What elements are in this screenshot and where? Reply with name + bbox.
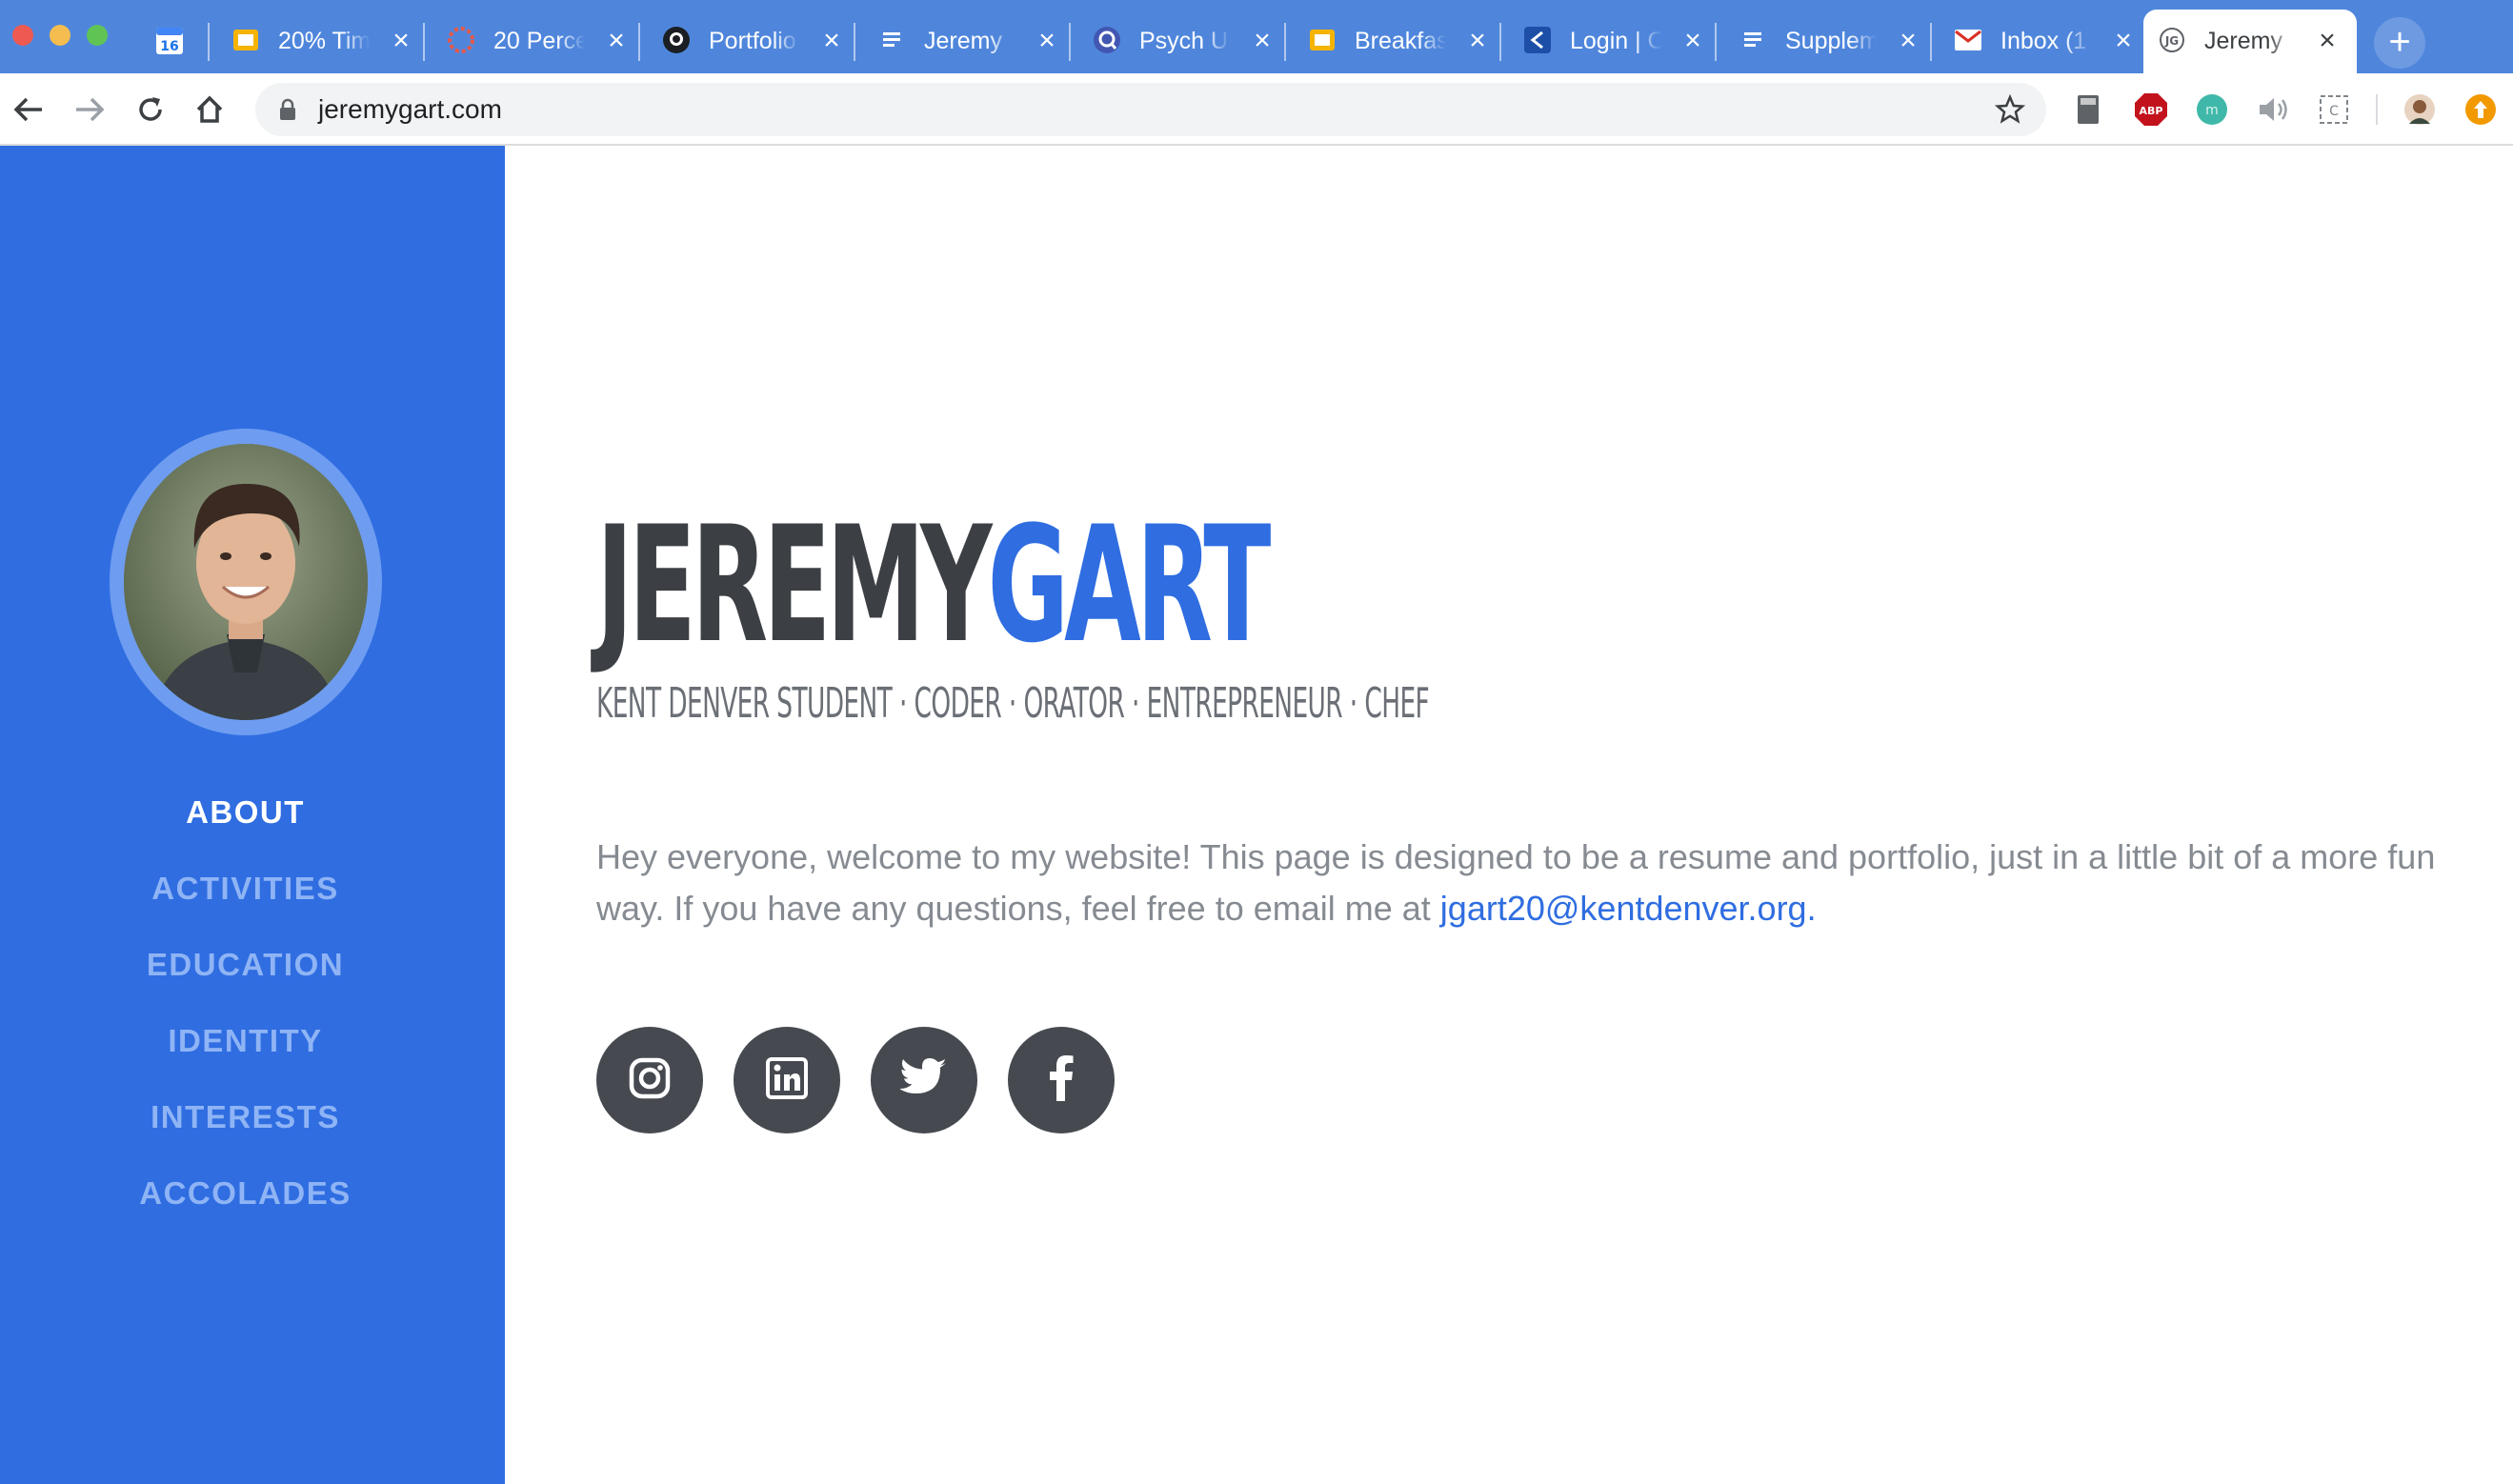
lock-icon	[278, 98, 297, 126]
close-icon[interactable]: ×	[387, 27, 415, 55]
home-icon[interactable]	[191, 90, 229, 129]
svg-text:m: m	[2205, 103, 2219, 118]
tab-title: Jeremy	[924, 28, 1002, 54]
instagram-button[interactable]	[596, 1027, 703, 1133]
address-bar[interactable]: jeremygart.com	[255, 83, 2046, 136]
social-links	[596, 1027, 1115, 1133]
email-link[interactable]: jgart20@kentdenver.org	[1440, 889, 1807, 928]
tab-jeremy-gart-active[interactable]: JG Jeremy ×	[2143, 10, 2357, 73]
nav-about[interactable]: ABOUT	[0, 774, 491, 851]
close-icon[interactable]: ×	[817, 27, 846, 55]
close-icon[interactable]: ×	[1679, 27, 1707, 55]
browser-tab-bar: 16 20% Tim × 20 Perce × Portfolio × Jere…	[0, 0, 2513, 73]
svg-text:JG: JG	[2164, 34, 2179, 48]
tab-title: Inbox (1	[2000, 28, 2087, 54]
facebook-icon	[1049, 1054, 1074, 1106]
tab-title: Jeremy	[2204, 28, 2282, 54]
main-content: JEREMYGART KENT DENVER STUDENT · CODER ·…	[505, 146, 2513, 1484]
site-icon: JG	[2157, 25, 2187, 55]
tab-title: Breakfas	[1355, 28, 1446, 54]
slides-icon	[1307, 25, 1337, 55]
forward-icon[interactable]	[70, 90, 109, 129]
close-icon[interactable]: ×	[2313, 27, 2342, 55]
close-icon[interactable]: ×	[2109, 27, 2138, 55]
close-icon[interactable]: ×	[1248, 27, 1277, 55]
tab-calendar[interactable]: 16	[143, 10, 210, 73]
svg-text:C: C	[2329, 104, 2339, 119]
close-icon[interactable]: ×	[1894, 27, 1922, 55]
site-sidebar: ABOUT ACTIVITIES EDUCATION IDENTITY INTE…	[0, 146, 505, 1484]
speaker-extension-icon[interactable]	[2256, 92, 2290, 127]
bookmark-star-icon[interactable]	[1994, 93, 2026, 130]
toolbar-divider	[2376, 94, 2378, 125]
facebook-button[interactable]	[1008, 1027, 1115, 1133]
last-name: GART	[987, 491, 1272, 678]
back-icon[interactable]	[10, 90, 48, 129]
instagram-icon	[628, 1056, 672, 1105]
tab-title: Portfolio	[709, 28, 796, 54]
tab-title: Supplem	[1785, 28, 1877, 54]
nav-education[interactable]: EDUCATION	[0, 927, 491, 1003]
tab-title: Login | C	[1570, 28, 1661, 54]
wheel-icon	[446, 25, 476, 55]
docs-icon	[1738, 25, 1768, 55]
first-name: JEREMY	[596, 491, 993, 678]
nav-interests[interactable]: INTERESTS	[0, 1079, 491, 1155]
update-available-icon[interactable]	[2463, 92, 2498, 127]
nav-activities[interactable]: ACTIVITIES	[0, 851, 491, 927]
nav-identity[interactable]: IDENTITY	[0, 1003, 491, 1079]
tab-title: 20 Perce	[493, 28, 585, 54]
window-minimize-button[interactable]	[50, 25, 70, 46]
svg-text:ABP: ABP	[2140, 105, 2163, 117]
tab-title: 20% Tim	[278, 28, 370, 54]
tab-title: Psych Ur	[1139, 28, 1231, 54]
calculator-extension-icon[interactable]	[2071, 92, 2105, 127]
login-icon	[1522, 25, 1553, 55]
browser-toolbar: jeremygart.com ABP m C	[0, 73, 2513, 146]
adblock-extension-icon[interactable]: ABP	[2134, 92, 2168, 127]
calendar-icon: 16	[154, 25, 185, 55]
reload-icon[interactable]	[131, 90, 170, 129]
nav-accolades[interactable]: ACCOLADES	[0, 1155, 491, 1232]
calendar-day: 16	[160, 39, 178, 54]
docs-icon	[876, 25, 907, 55]
page-subheading: KENT DENVER STUDENT · CODER · ORATOR · E…	[596, 679, 1430, 728]
twitter-button[interactable]	[871, 1027, 977, 1133]
intro-suffix: .	[1806, 889, 1817, 928]
new-tab-button[interactable]: +	[2374, 17, 2425, 69]
intro-paragraph: Hey everyone, welcome to my website! Thi…	[596, 832, 2463, 934]
mercury-extension-icon[interactable]: m	[2195, 92, 2229, 127]
close-icon[interactable]: ×	[602, 27, 631, 55]
linkedin-button[interactable]	[734, 1027, 840, 1133]
close-icon[interactable]: ×	[1463, 27, 1492, 55]
window-zoom-button[interactable]	[87, 25, 108, 46]
site-nav-menu: ABOUT ACTIVITIES EDUCATION IDENTITY INTE…	[0, 774, 491, 1232]
profile-avatar-icon[interactable]	[2402, 92, 2437, 127]
profile-photo	[124, 444, 368, 720]
slides-icon	[231, 25, 261, 55]
twitter-icon	[899, 1057, 948, 1103]
close-icon[interactable]: ×	[1033, 27, 1061, 55]
clipper-extension-icon[interactable]: C	[2317, 92, 2351, 127]
page-title: JEREMYGART	[596, 504, 1271, 666]
url-text: jeremygart.com	[318, 94, 502, 124]
linkedin-icon	[766, 1056, 808, 1104]
window-close-button[interactable]	[12, 25, 33, 46]
gmail-icon	[1953, 25, 1983, 55]
github-icon	[661, 25, 692, 55]
quizlet-icon	[1092, 25, 1122, 55]
